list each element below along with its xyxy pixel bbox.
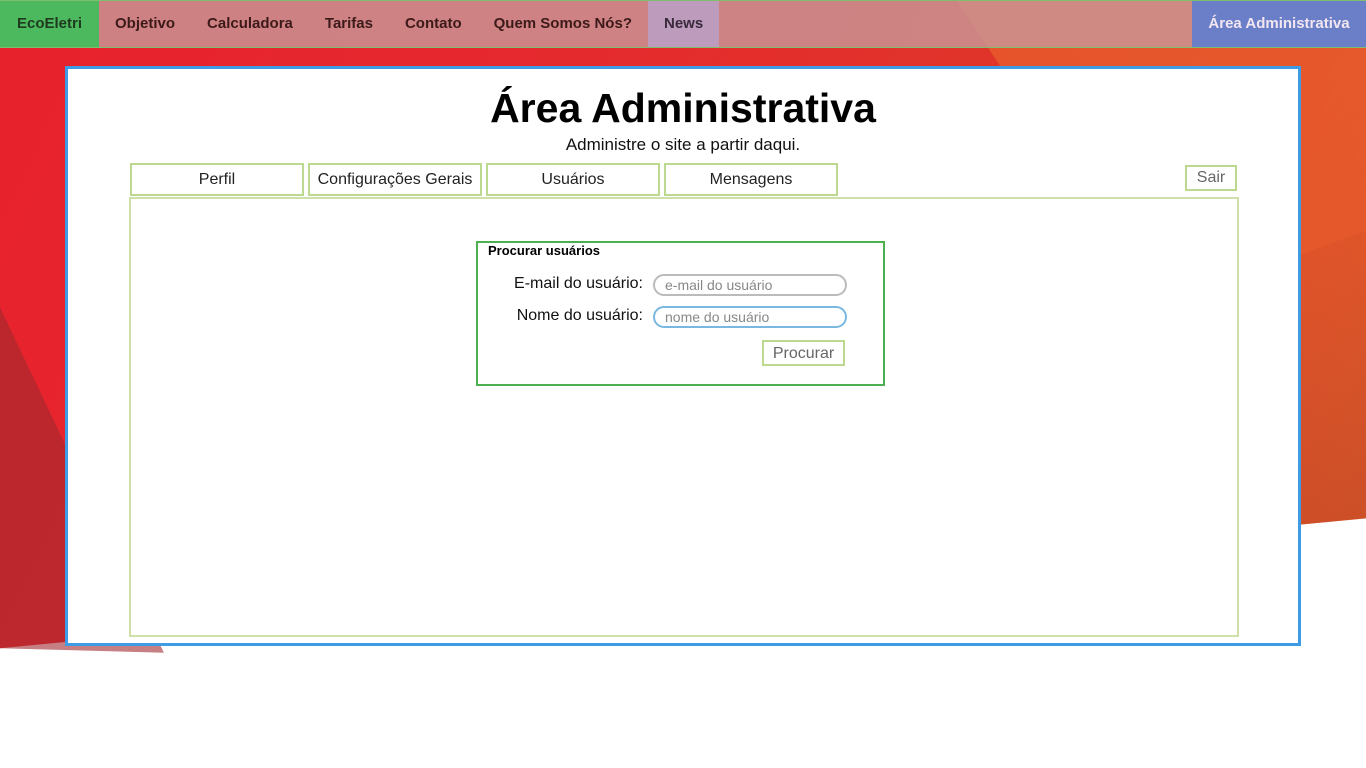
tab-configuracoes-gerais[interactable]: Configurações Gerais bbox=[308, 163, 482, 196]
page-subtitle: Administre o site a partir daqui. bbox=[565, 135, 801, 154]
search-form-title: Procurar usuários bbox=[488, 243, 600, 258]
nav-item-news[interactable]: News bbox=[647, 1, 720, 47]
email-input[interactable] bbox=[653, 274, 847, 296]
nav-item-contato[interactable]: Contato bbox=[389, 1, 478, 47]
user-search-form: Procurar usuários E-mail do usuário: Nom… bbox=[476, 241, 885, 386]
name-label: Nome do usuário: bbox=[516, 307, 643, 324]
search-button[interactable]: Procurar bbox=[762, 340, 845, 366]
email-label: E-mail do usuário: bbox=[514, 275, 643, 292]
nav-item-admin[interactable]: Área Administrativa bbox=[1192, 1, 1366, 47]
tab-perfil[interactable]: Perfil bbox=[130, 163, 304, 196]
nav-item-tarifas[interactable]: Tarifas bbox=[309, 1, 389, 47]
admin-panel: Área Administrativa Administre o site a … bbox=[65, 66, 1301, 646]
tab-usuarios[interactable]: Usuários bbox=[486, 163, 660, 196]
nav-item-objetivo[interactable]: Objetivo bbox=[99, 1, 191, 47]
logout-button[interactable]: Sair bbox=[1185, 165, 1237, 191]
nav-brand-link[interactable]: EcoEletri bbox=[0, 1, 99, 47]
nav-item-calculadora[interactable]: Calculadora bbox=[191, 1, 309, 47]
tab-mensagens[interactable]: Mensagens bbox=[664, 163, 838, 196]
tab-content-area: Procurar usuários E-mail do usuário: Nom… bbox=[129, 197, 1239, 637]
top-navigation-bar: EcoEletri Objetivo Calculadora Tarifas C… bbox=[0, 0, 1366, 48]
name-input[interactable] bbox=[653, 306, 847, 328]
page-title: Área Administrativa bbox=[490, 85, 876, 131]
nav-item-quem-somos[interactable]: Quem Somos Nós? bbox=[478, 1, 648, 47]
